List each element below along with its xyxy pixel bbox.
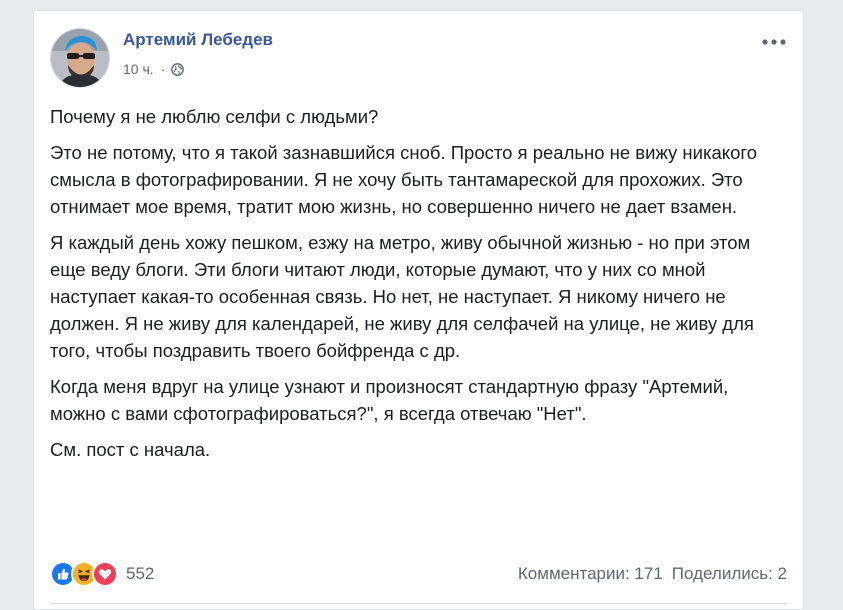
post-header: Артемий Лебедев 10 ч. · [50, 28, 791, 88]
post-time[interactable]: 10 ч. [123, 61, 154, 77]
comments-count-link[interactable]: Комментарии: 171 [518, 564, 663, 584]
more-options-icon[interactable] [759, 32, 789, 52]
avatar-image [51, 29, 109, 87]
shares-count-link[interactable]: Поделились: 2 [672, 564, 787, 584]
post-paragraph: Это не потому, что я такой зазнавшийся с… [50, 142, 757, 217]
author-avatar[interactable] [50, 28, 110, 88]
post-paragraph: Когда меня вдруг на улице узнают и произ… [50, 376, 729, 424]
footer-divider [50, 603, 787, 604]
post-stats: Комментарии: 171 Поделились: 2 [518, 560, 787, 588]
post-paragraph: Я каждый день хожу пешком, езжу на метро… [50, 232, 754, 361]
reaction-count: 552 [126, 564, 155, 583]
globe-icon[interactable] [171, 62, 185, 76]
post-footer: 552 Комментарии: 171 Поделились: 2 [50, 560, 787, 588]
reactions-summary[interactable]: 552 [50, 560, 154, 588]
post-paragraph: См. пост с начала. [50, 439, 211, 460]
post-card: Артемий Лебедев 10 ч. · Почему я не любл… [33, 10, 804, 610]
post-paragraph: Почему я не люблю селфи с людьми? [50, 106, 379, 127]
post-meta: 10 ч. · [123, 61, 185, 77]
meta-separator: · [160, 61, 166, 77]
author-name[interactable]: Артемий Лебедев [123, 30, 273, 50]
love-icon [92, 561, 118, 587]
post-text: Почему я не люблю селфи с людьми? Это не… [50, 103, 785, 472]
